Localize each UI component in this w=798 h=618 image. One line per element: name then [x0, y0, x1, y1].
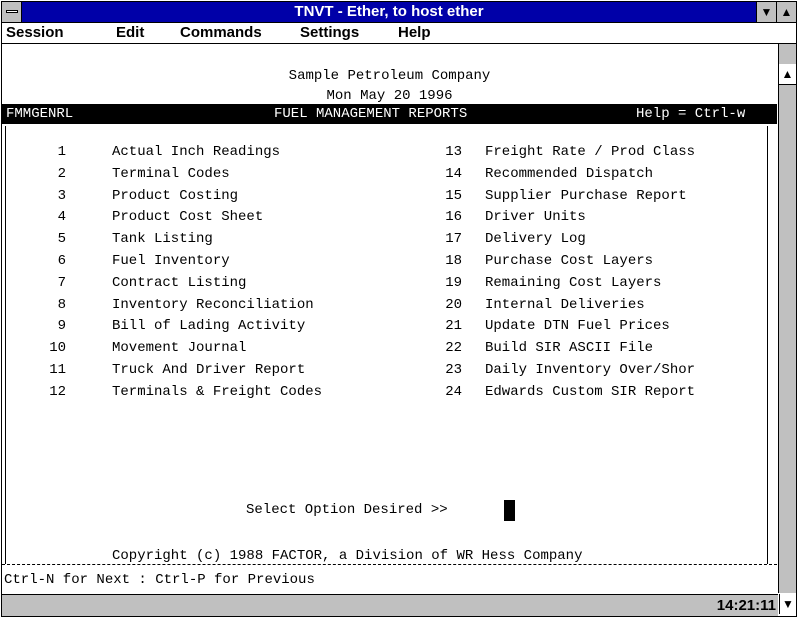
- option-label[interactable]: Build SIR ASCII File: [485, 338, 653, 358]
- option-number: 14: [445, 165, 462, 182]
- option-label[interactable]: Terminals & Freight Codes: [112, 382, 322, 402]
- option-number: 11: [49, 362, 66, 378]
- maximize-icon: ▲: [780, 5, 793, 19]
- vertical-scrollbar[interactable]: ▲: [778, 44, 796, 593]
- screen-title: FUEL MANAGEMENT REPORTS: [274, 106, 468, 122]
- menu-session[interactable]: Session: [6, 23, 64, 43]
- scroll-up-icon: ▲: [781, 67, 794, 81]
- option-number: 24: [445, 383, 462, 400]
- program-id: FMMGENRL: [6, 106, 74, 122]
- scroll-down-icon: ▼: [782, 597, 794, 611]
- company-name: Sample Petroleum Company: [288, 68, 491, 84]
- option-label[interactable]: Update DTN Fuel Prices: [485, 316, 670, 336]
- option-number: 15: [445, 187, 462, 204]
- option-number: 22: [445, 340, 462, 357]
- copyright-line: Copyright (c) 1988 FACTOR, a Division of…: [112, 548, 583, 564]
- minimize-icon: ▼: [760, 5, 773, 19]
- option-number: 13: [445, 144, 462, 160]
- option-number: 12: [49, 383, 66, 400]
- window-title: TNVT - Ether, to host ether: [294, 3, 484, 20]
- option-label[interactable]: Tank Listing: [112, 229, 213, 249]
- option-number: 21: [445, 318, 462, 335]
- option-number: 23: [445, 362, 462, 378]
- screen-date: Mon May 20 1996: [326, 88, 453, 104]
- option-label[interactable]: Product Costing: [112, 186, 238, 206]
- scroll-down-button[interactable]: ▼: [779, 594, 796, 614]
- option-number: 10: [49, 340, 66, 357]
- menu-edit[interactable]: Edit: [116, 23, 144, 43]
- terminal-window: TNVT - Ether, to host ether ▼ ▲ Session …: [1, 1, 797, 617]
- option-number: 20: [445, 296, 462, 313]
- menu-help[interactable]: Help: [398, 23, 431, 43]
- menu-commands[interactable]: Commands: [180, 23, 262, 43]
- option-label[interactable]: Remaining Cost Layers: [485, 273, 661, 293]
- text-cursor: [504, 500, 515, 521]
- option-label[interactable]: Freight Rate / Prod Class: [485, 142, 695, 162]
- option-label[interactable]: Inventory Reconciliation: [112, 295, 314, 315]
- option-label[interactable]: Actual Inch Readings: [112, 142, 280, 162]
- footer-hint: Ctrl-N for Next : Ctrl-P for Previous: [4, 572, 315, 588]
- option-label[interactable]: Bill of Lading Activity: [112, 316, 305, 336]
- option-label[interactable]: Contract Listing: [112, 273, 246, 293]
- menu-settings[interactable]: Settings: [300, 23, 359, 43]
- option-label[interactable]: Fuel Inventory: [112, 251, 230, 271]
- option-label[interactable]: Delivery Log: [485, 229, 586, 249]
- option-label[interactable]: Recommended Dispatch: [485, 164, 653, 184]
- option-number: 17: [445, 231, 462, 248]
- option-label[interactable]: Product Cost Sheet: [112, 207, 263, 227]
- scroll-up-button[interactable]: ▲: [779, 64, 796, 85]
- screen-header-bar: FMMGENRL FUEL MANAGEMENT REPORTS Help = …: [2, 104, 777, 124]
- option-number: 16: [445, 209, 462, 226]
- option-number: 19: [445, 274, 462, 291]
- menu-bar: Session Edit Commands Settings Help: [2, 23, 796, 44]
- system-menu-button[interactable]: [2, 2, 22, 22]
- option-number: 6: [57, 253, 66, 269]
- option-number: 4: [57, 209, 66, 226]
- option-label[interactable]: Terminal Codes: [112, 164, 230, 184]
- status-bar: 14:21:11: [2, 594, 778, 616]
- minimize-button[interactable]: ▼: [756, 2, 776, 22]
- option-label[interactable]: Supplier Purchase Report: [485, 186, 687, 206]
- option-label[interactable]: Daily Inventory Over/Shor: [485, 360, 695, 380]
- select-prompt: Select Option Desired >>: [246, 502, 448, 518]
- option-number: 8: [57, 296, 66, 313]
- terminal-screen[interactable]: Sample Petroleum Company Mon May 20 1996…: [2, 44, 777, 593]
- option-number: 2: [57, 165, 66, 182]
- option-label[interactable]: Purchase Cost Layers: [485, 251, 653, 271]
- title-bar: TNVT - Ether, to host ether ▼ ▲: [2, 2, 796, 23]
- option-label[interactable]: Truck And Driver Report: [112, 360, 305, 380]
- option-number: 18: [445, 253, 462, 269]
- option-number: 3: [57, 187, 66, 204]
- right-box-border: [767, 126, 768, 564]
- option-label[interactable]: Driver Units: [485, 207, 586, 227]
- option-number: 1: [57, 144, 66, 160]
- option-label[interactable]: Internal Deliveries: [485, 295, 645, 315]
- maximize-button[interactable]: ▲: [776, 2, 796, 22]
- option-label[interactable]: Movement Journal: [112, 338, 246, 358]
- option-label[interactable]: Edwards Custom SIR Report: [485, 382, 695, 402]
- status-clock: 14:21:11: [716, 597, 776, 614]
- option-number: 9: [57, 318, 66, 335]
- option-number: 7: [57, 274, 66, 291]
- help-hint: Help = Ctrl-w: [636, 106, 746, 122]
- system-menu-icon: [6, 10, 18, 13]
- option-number: 5: [57, 231, 66, 248]
- left-box-border: [5, 126, 6, 564]
- box-bottom-border: [2, 564, 777, 566]
